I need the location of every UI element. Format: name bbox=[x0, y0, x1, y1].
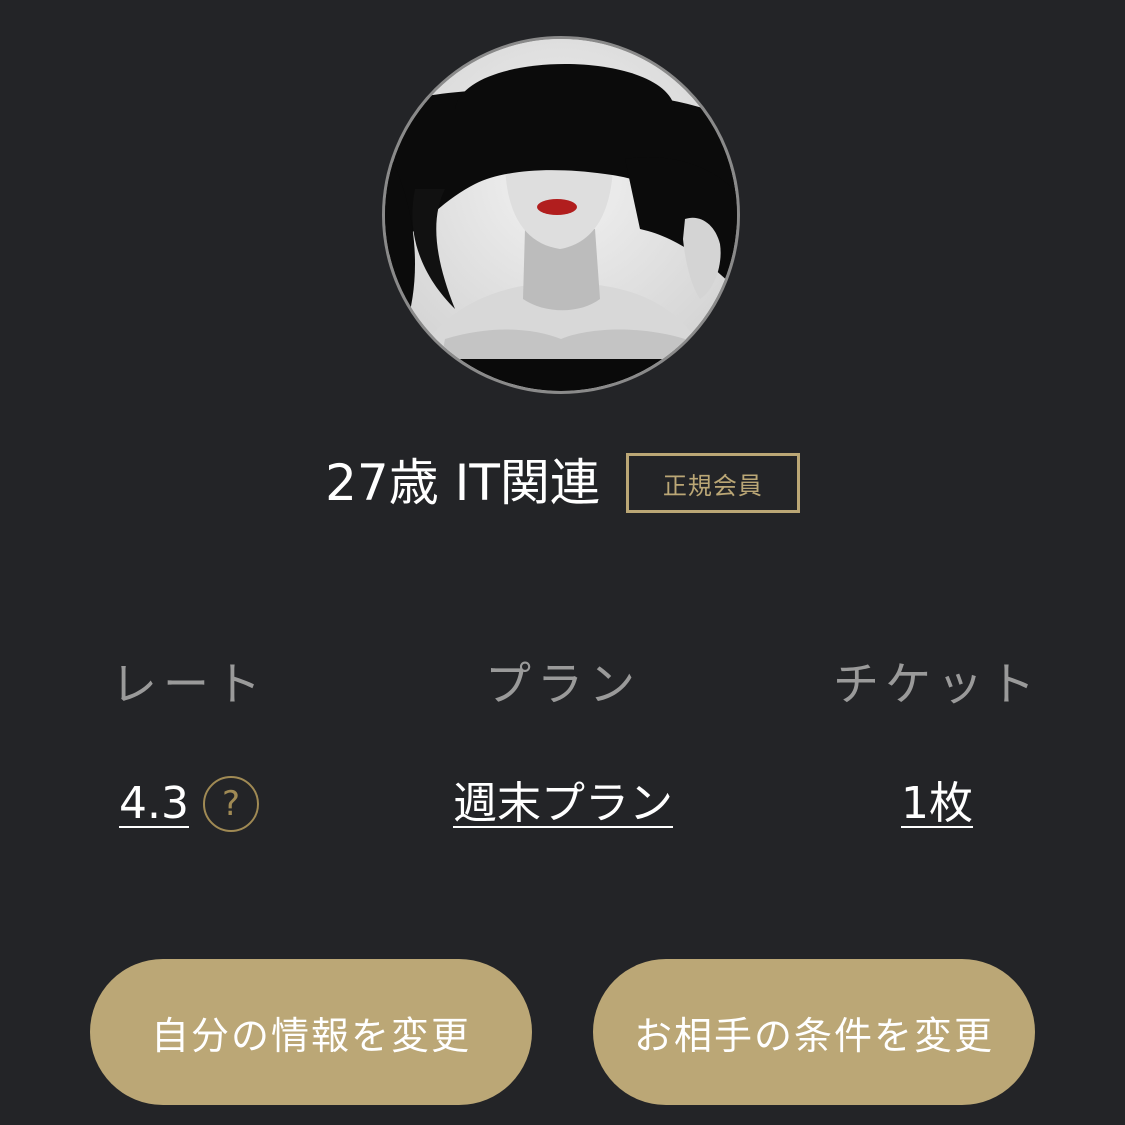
edit-partner-conditions-button[interactable]: お相手の条件を変更 bbox=[593, 959, 1035, 1105]
avatar-image bbox=[385, 39, 737, 391]
member-status-badge: 正規会員 bbox=[625, 453, 800, 513]
rate-value-row: 4.3 ? bbox=[39, 772, 339, 836]
profile-header: 27歳 IT関連 正規会員 bbox=[0, 448, 1125, 518]
stat-rate: レート 4.3 ? bbox=[39, 652, 339, 836]
stat-plan: プラン 週末プラン bbox=[413, 652, 713, 836]
stat-ticket: チケット 1枚 bbox=[787, 652, 1087, 836]
profile-name: 27歳 IT関連 bbox=[325, 454, 600, 512]
plan-value-link[interactable]: 週末プラン bbox=[453, 772, 673, 836]
ticket-value-link[interactable]: 1枚 bbox=[901, 772, 973, 836]
ticket-label: チケット bbox=[833, 657, 1041, 711]
help-icon[interactable]: ? bbox=[202, 776, 259, 832]
rate-label: レート bbox=[111, 657, 267, 711]
plan-label: プラン bbox=[485, 657, 641, 711]
rate-value-link[interactable]: 4.3 bbox=[119, 772, 189, 836]
edit-profile-button[interactable]: 自分の情報を変更 bbox=[90, 959, 532, 1105]
profile-avatar[interactable] bbox=[382, 36, 740, 394]
